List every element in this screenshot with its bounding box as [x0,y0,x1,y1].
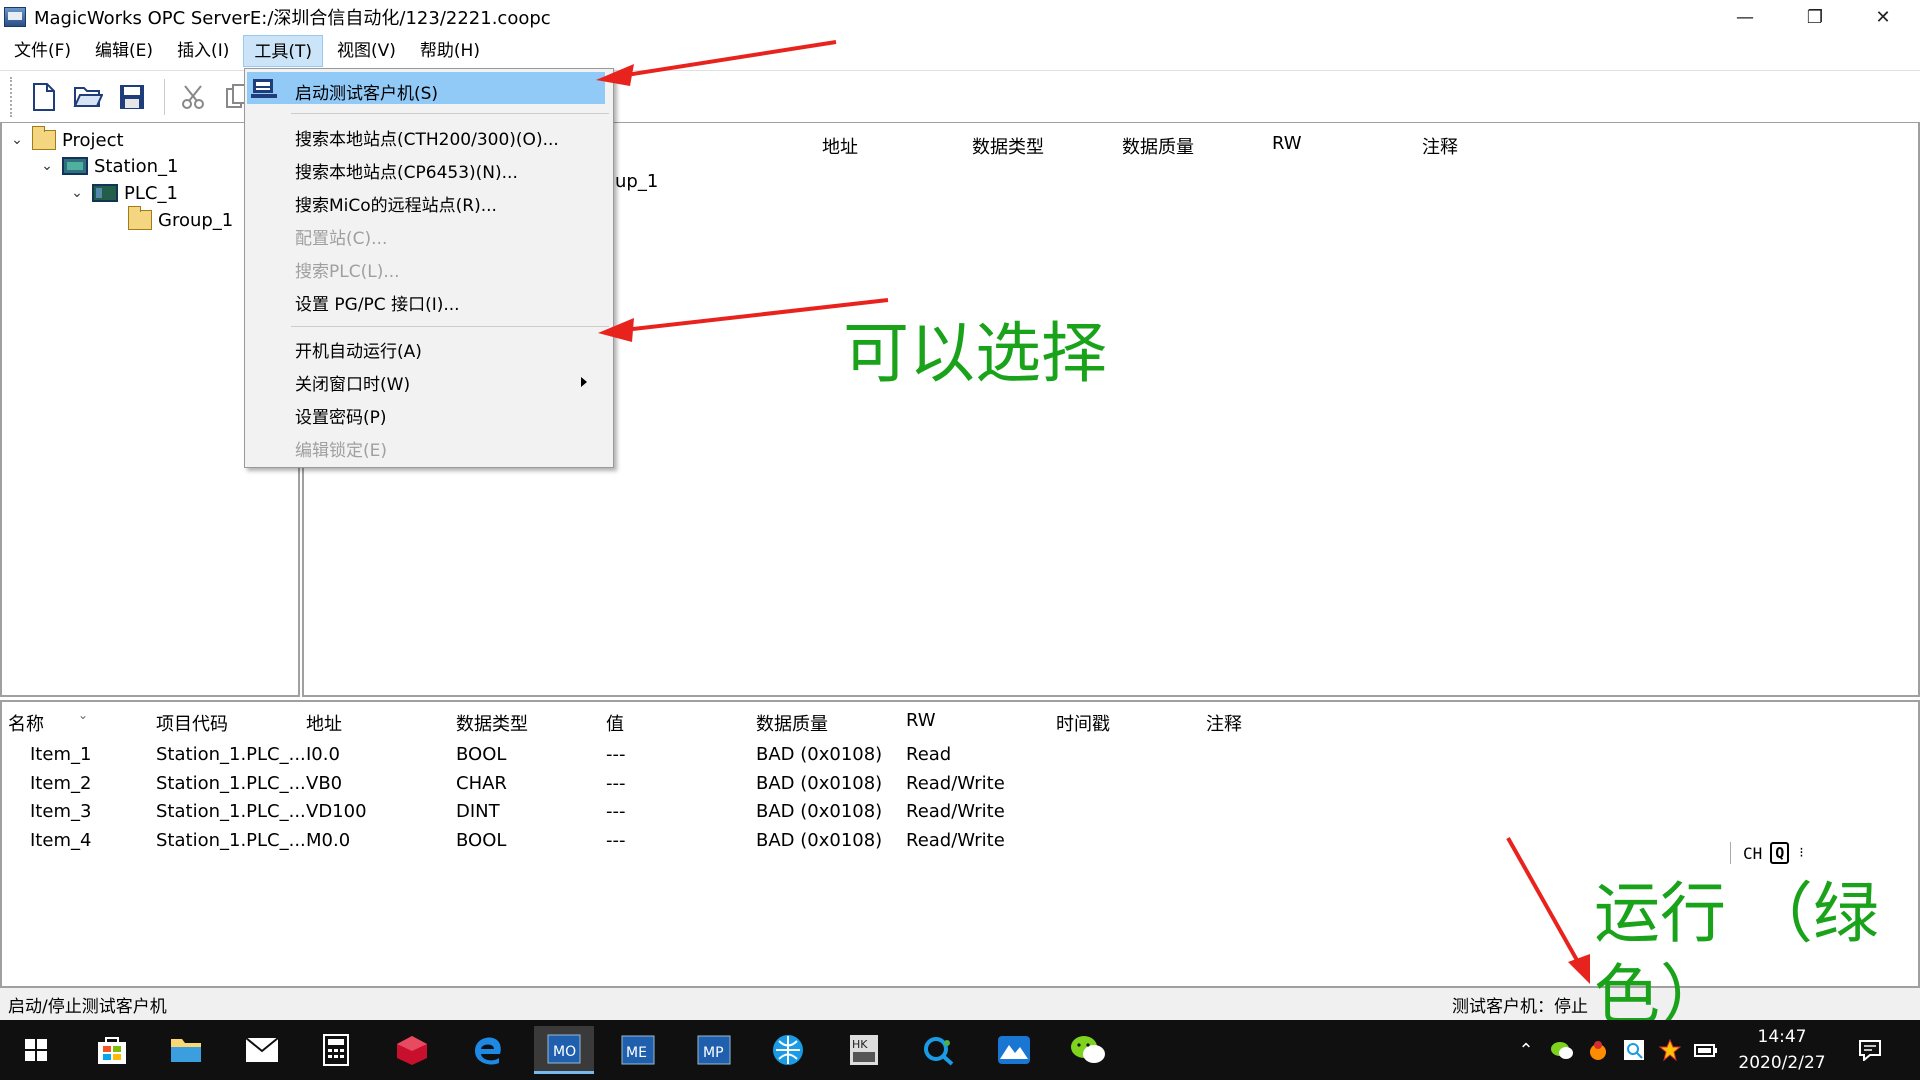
arrow-to-autostart [623,298,889,332]
clock-time: 14:47 [1757,1027,1807,1047]
network-app-icon[interactable] [758,1026,818,1074]
svg-text:ME: ME [626,1045,647,1061]
mountain-app-icon[interactable] [984,1026,1044,1074]
annotation-arrows [596,40,1590,984]
arrow-head-icon [1568,954,1590,984]
magicworks-hmi-icon[interactable]: ME [608,1026,668,1074]
file-explorer-icon[interactable] [156,1026,216,1074]
chevron-up-icon[interactable]: ⌃ [1514,1038,1538,1062]
hmi-tool-icon[interactable]: HK [834,1026,894,1074]
wechat-tray-icon[interactable] [1550,1038,1574,1062]
start-windows-icon[interactable] [6,1026,66,1074]
notification-icon[interactable] [1856,1036,1884,1064]
mail-icon[interactable] [232,1026,292,1074]
arrow-head-icon [596,64,634,86]
app-tray-icon[interactable] [1586,1038,1610,1062]
magicworks-plc-icon[interactable]: MP [684,1026,744,1074]
store-icon[interactable] [82,1026,142,1074]
3d-app-icon[interactable] [382,1026,442,1074]
system-clock[interactable]: 14:47 2020/2/27 [1722,1024,1842,1076]
search-app-icon[interactable] [908,1026,968,1074]
arrow-head-icon [598,318,634,342]
search-tray-icon[interactable] [1622,1038,1646,1062]
edge-browser-icon[interactable] [458,1026,518,1074]
star-tray-icon[interactable] [1658,1038,1682,1062]
arrow-to-status [1506,837,1580,963]
svg-text:MP: MP [703,1045,724,1061]
arrow-to-start-client [619,40,837,78]
svg-text:HK: HK [852,1038,868,1051]
calculator-icon[interactable] [306,1026,366,1074]
wechat-icon[interactable] [1058,1026,1118,1074]
battery-icon[interactable] [1694,1038,1718,1062]
taskbar: MO ME MP HK ⌃ 14:47 2020/2/27 [0,1020,1920,1080]
magicworks-opc-taskbar-icon[interactable]: MO [534,1026,594,1074]
svg-text:MO: MO [553,1044,576,1060]
clock-date: 2020/2/27 [1738,1053,1826,1073]
